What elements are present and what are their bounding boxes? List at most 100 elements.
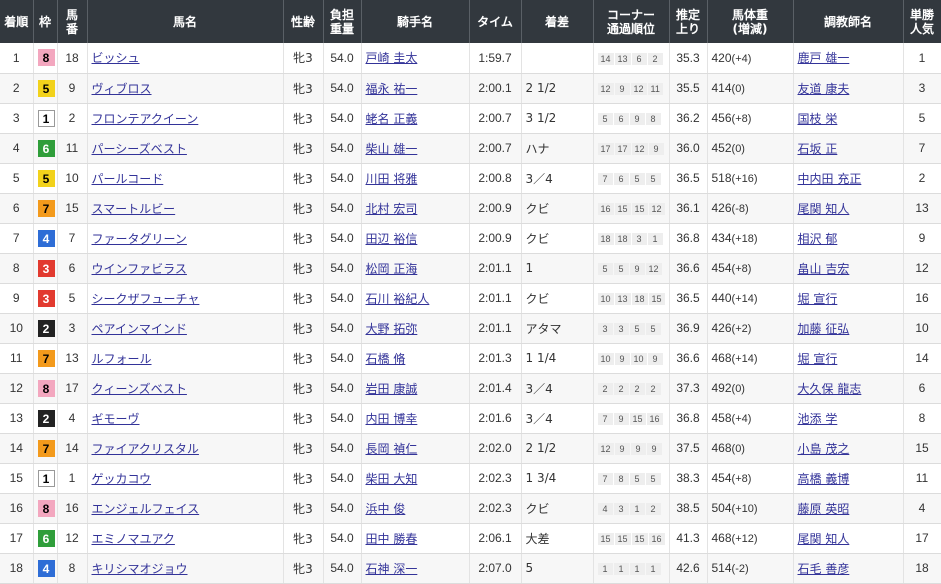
horse-name-cell: ゲッカコウ	[87, 463, 284, 494]
horse-name-link[interactable]: ファータグリーン	[92, 232, 187, 246]
trainer-cell: 中内田 充正	[793, 163, 904, 194]
body-weight-diff: (+2)	[731, 323, 752, 335]
horse-name-link[interactable]: エンジェルフェイス	[92, 502, 200, 516]
corner-position: 8	[645, 113, 661, 125]
corner-pass-cell: 5 5 9 12	[593, 253, 670, 284]
weight-cell: 54.0	[323, 133, 362, 164]
corner-position: 5	[613, 263, 629, 275]
jockey-link[interactable]: 石川 裕紀人	[366, 292, 430, 306]
corner-position: 6	[631, 52, 647, 65]
trainer-link[interactable]: 池添 学	[798, 412, 838, 426]
trainer-link[interactable]: 藤原 英昭	[798, 502, 850, 516]
jockey-link[interactable]: 田中 勝春	[366, 532, 418, 546]
popularity-cell: 2	[903, 163, 941, 194]
time-cell: 2:02.3	[469, 493, 522, 524]
sex-age-cell: 牝3	[283, 223, 324, 254]
waku-cell: 8	[33, 43, 58, 74]
trainer-link[interactable]: 小島 茂之	[798, 442, 850, 456]
waku-badge: 2	[37, 319, 55, 337]
body-weight-diff: (+8)	[731, 113, 752, 125]
jockey-link[interactable]: 松岡 正海	[366, 262, 418, 276]
sex-age-cell: 牝3	[283, 463, 324, 494]
jockey-link[interactable]: 岩田 康誠	[366, 382, 418, 396]
sex-age-cell: 牝3	[283, 373, 324, 404]
trainer-cell: 鹿戸 雄一	[793, 43, 904, 74]
jockey-link[interactable]: 内田 博幸	[366, 412, 418, 426]
trainer-link[interactable]: 高橋 義博	[798, 472, 850, 486]
corner-position: 16	[646, 413, 663, 425]
trainer-link[interactable]: 相沢 郁	[798, 232, 838, 246]
horse-name-link[interactable]: ゲッカコウ	[92, 472, 152, 486]
trainer-link[interactable]: 尾関 知人	[798, 532, 850, 546]
last-3f-cell: 36.9	[669, 313, 708, 344]
popularity-cell: 14	[903, 343, 941, 374]
waku-cell: 3	[33, 283, 58, 314]
jockey-link[interactable]: 大野 拓弥	[366, 322, 418, 336]
popularity-cell: 8	[903, 403, 941, 434]
corner-pass-cell: 17 17 12 9	[593, 133, 670, 164]
corner-pass-cell: 5698	[593, 103, 670, 134]
sex-age-cell: 牝3	[283, 403, 324, 434]
jockey-link[interactable]: 柴田 大知	[366, 472, 418, 486]
corner-position: 12	[631, 143, 648, 155]
corner-position: 9	[613, 413, 629, 425]
trainer-link[interactable]: 鹿戸 雄一	[798, 51, 850, 65]
jockey-link[interactable]: 蛯名 正義	[366, 112, 418, 126]
trainer-link[interactable]: 友道 康夫	[798, 82, 850, 96]
trainer-link[interactable]: 加藤 征弘	[798, 322, 850, 336]
trainer-link[interactable]: 石坂 正	[798, 142, 838, 156]
jockey-link[interactable]: 田辺 裕信	[366, 232, 418, 246]
horse-name-link[interactable]: ギモーヴ	[92, 412, 140, 426]
corner-position: 3	[597, 323, 613, 335]
jockey-link[interactable]: 浜中 俊	[366, 502, 406, 516]
margin-cell: 1 1/4	[521, 343, 594, 374]
horse-name-link[interactable]: エミノマユアク	[92, 532, 175, 546]
trainer-link[interactable]: 尾関 知人	[798, 202, 850, 216]
trainer-link[interactable]: 堀 宣行	[798, 292, 838, 306]
horse-name-link[interactable]: パールコード	[92, 172, 164, 186]
sex-age-cell: 牝3	[283, 493, 324, 524]
trainer-link[interactable]: 堀 宣行	[798, 352, 838, 366]
horse-name-link[interactable]: シークザフューチャ	[92, 292, 200, 306]
trainer-link[interactable]: 畠山 吉宏	[798, 262, 850, 276]
horse-name-link[interactable]: ペアインマインド	[92, 322, 187, 336]
jockey-link[interactable]: 長岡 禎仁	[366, 442, 418, 456]
horse-name-link[interactable]: ファイアクリスタル	[92, 442, 199, 456]
horse-name-link[interactable]: フロンテアクイーン	[92, 112, 199, 126]
weight-cell: 54.0	[323, 433, 362, 464]
jockey-link[interactable]: 北村 宏司	[366, 202, 418, 216]
horse-name-link[interactable]: スマートルビー	[92, 202, 176, 216]
header-umaban: 馬番	[57, 0, 88, 43]
jockey-link[interactable]: 柴山 雄一	[366, 142, 418, 156]
jockey-link[interactable]: 石橋 脩	[366, 352, 406, 366]
horse-name-cell: ウインファビラス	[87, 253, 284, 284]
horse-name-link[interactable]: ウインファビラス	[92, 262, 187, 276]
table-row: 18 4 8 キリシマオジョウ 牝3 54.0 石神 深一 2:07.0 5 1 1 1 1 42.6 51…	[0, 553, 941, 584]
waku-badge: 3	[37, 289, 55, 307]
table-row: 11 7 13 ルフォール 牝3 54.0 石橋 脩 2:01.3 1 1/4 10 9 10 9 36.…	[0, 343, 941, 374]
body-weight-diff: (0)	[731, 383, 745, 395]
corner-pass-cell: 16 15 15 12	[593, 193, 670, 224]
horse-name-link[interactable]: ヴィブロス	[92, 82, 152, 96]
table-row: 3 1 2 フロンテアクイーン 牝3 54.0 蛯名 正義 2:00.7 3 1/2 5 6 9 8 36…	[0, 103, 941, 134]
body-weight-diff: (+4)	[731, 413, 752, 425]
horse-name-link[interactable]: ルフォール	[92, 352, 152, 366]
table-row: 17 6 12 エミノマユアク 牝3 54.0 田中 勝春 2:06.1 大差 15 15 15 16 4…	[0, 523, 941, 554]
jockey-link[interactable]: 川田 将雅	[366, 172, 418, 186]
trainer-link[interactable]: 大久保 龍志	[798, 382, 862, 396]
trainer-link[interactable]: 国枝 栄	[798, 112, 838, 126]
trainer-link[interactable]: 中内田 充正	[798, 172, 862, 186]
corner-position: 9	[647, 353, 663, 365]
jockey-link[interactable]: 戸崎 圭太	[366, 51, 418, 65]
waku-cell: 1	[33, 103, 58, 134]
trainer-link[interactable]: 石毛 善彦	[798, 562, 850, 576]
horse-name-link[interactable]: ビッシュ	[92, 51, 140, 65]
horse-name-cell: キリシマオジョウ	[87, 553, 284, 584]
horse-name-link[interactable]: パーシーズベスト	[92, 142, 187, 156]
jockey-link[interactable]: 福永 祐一	[366, 82, 418, 96]
umaban-cell: 2	[57, 103, 88, 134]
jockey-link[interactable]: 石神 深一	[366, 562, 418, 576]
waku-badge: 2	[37, 409, 55, 427]
horse-name-link[interactable]: キリシマオジョウ	[92, 562, 188, 576]
horse-name-link[interactable]: クィーンズベスト	[92, 382, 187, 396]
